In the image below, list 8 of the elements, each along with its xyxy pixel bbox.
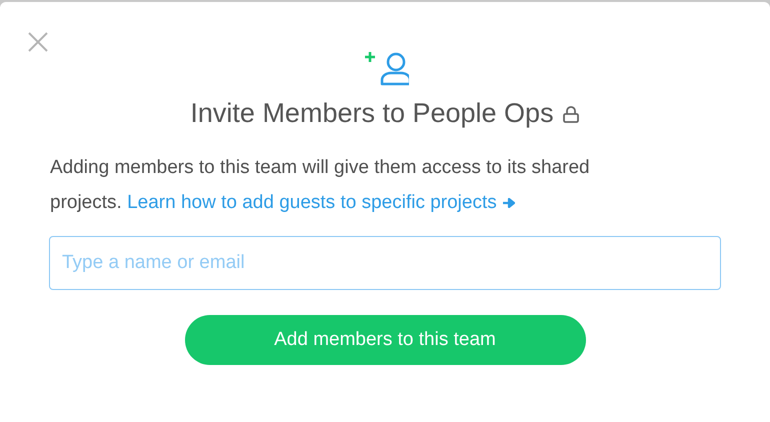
- lock-icon: [562, 106, 580, 124]
- description-text: Adding members to this team will give them access to its shared projects. Learn how to add guests to specific projects: [50, 156, 591, 215]
- guests-link[interactable]: Learn how to add guests to specific projects: [127, 192, 497, 213]
- arrow-icon: [502, 198, 515, 208]
- dialog-title: Invite Members to People Ops: [190, 97, 554, 130]
- search-field[interactable]: Type a name or email: [49, 236, 721, 290]
- add-members-button[interactable]: Add members to this team: [184, 315, 586, 365]
- close-icon[interactable]: [28, 32, 48, 52]
